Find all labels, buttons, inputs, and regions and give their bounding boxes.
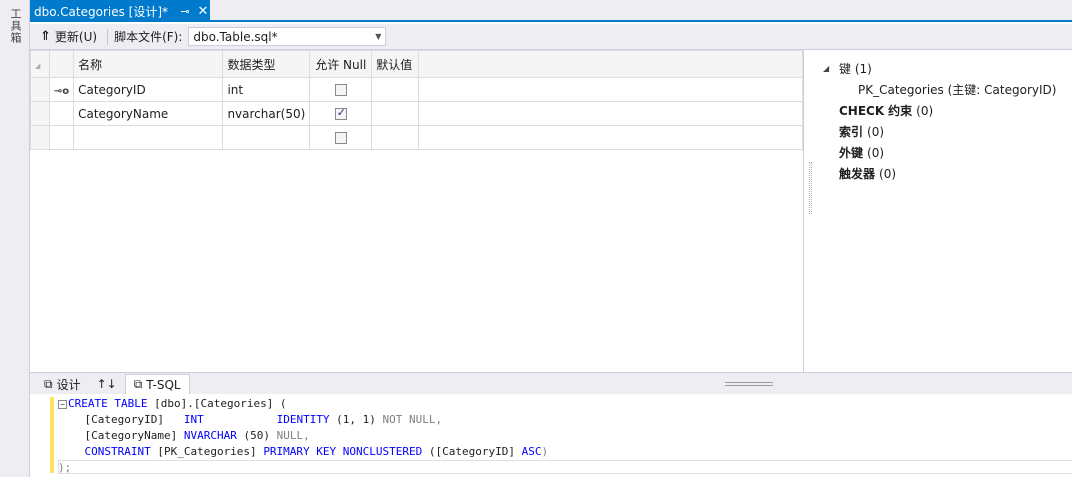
tab-design[interactable]: ⧉ 设计 <box>36 374 89 394</box>
column-name-cell[interactable]: CategoryID <box>73 77 224 102</box>
panel-splitter-grip[interactable] <box>809 162 812 214</box>
script-file-label: 脚本文件(F): <box>114 30 183 44</box>
expanded-triangle-icon[interactable]: ◢ <box>823 64 839 73</box>
header-allow-null[interactable]: 允许 Null <box>309 50 373 78</box>
tsql-icon: ⧉ <box>133 377 143 391</box>
foreign-key-node[interactable]: 外键 (0) <box>823 142 1072 163</box>
view-tab-strip: ⧉ 设计 ↑↓ ⧉ T-SQL <box>30 372 1072 394</box>
pk-detail: (主键: CategoryID) <box>947 83 1057 97</box>
row-filler <box>418 77 803 102</box>
table-row[interactable]: ⊸o CategoryID int <box>30 77 803 102</box>
trigger-node[interactable]: 触发器 (0) <box>823 163 1072 184</box>
update-button[interactable]: ⇑ 更新(U) <box>36 26 101 47</box>
collapse-icon[interactable]: − <box>58 400 67 409</box>
tab-tsql[interactable]: ⧉ T-SQL <box>124 374 190 394</box>
tsql-editor[interactable]: − CREATE TABLE [dbo].[Categories] ( [Cate… <box>30 394 1072 477</box>
close-icon[interactable]: ✕ <box>196 4 210 19</box>
key-cell <box>48 125 75 150</box>
key-cell <box>48 101 75 126</box>
foreign-key-count: (0) <box>867 145 885 160</box>
table-row[interactable] <box>30 125 803 150</box>
key-icon: ⊸o <box>53 85 70 97</box>
pane-splitter-grip[interactable] <box>725 382 773 386</box>
toolbox-strip[interactable]: 工具箱 <box>0 0 30 477</box>
foreign-key-label: 外键 <box>839 146 864 160</box>
check-count: (0) <box>916 103 934 118</box>
allow-null-cell <box>309 125 373 150</box>
row-filler <box>418 125 803 150</box>
code-line: [CategoryName] NVARCHAR (50) NULL, <box>58 429 310 442</box>
check-node[interactable]: CHECK 约束 (0) <box>823 100 1072 121</box>
update-arrow-icon: ⇑ <box>40 29 51 44</box>
primary-key-cell: ⊸o <box>48 77 75 102</box>
column-datatype-cell[interactable]: int <box>222 77 311 102</box>
column-datatype-cell[interactable] <box>222 125 311 150</box>
row-filler <box>418 101 803 126</box>
corner-triangle-icon: ◢ <box>35 62 41 70</box>
grid-corner[interactable]: ◢ <box>30 50 50 78</box>
script-file-value: dbo.Table.sql* <box>193 29 278 44</box>
table-row[interactable]: CategoryName nvarchar(50) <box>30 101 803 126</box>
pin-icon[interactable]: ⊸ <box>178 5 192 18</box>
toolbox-label[interactable]: 工具箱 <box>7 8 23 44</box>
designer-toolbar: ⇑ 更新(U) 脚本文件(F): dbo.Table.sql* ▼ <box>30 24 1072 50</box>
trigger-count: (0) <box>879 166 897 181</box>
pk-node[interactable]: PK_Categories (主键: CategoryID) <box>823 79 1072 100</box>
code-line: [CategoryID] INT IDENTITY (1, 1) NOT NUL… <box>58 413 443 426</box>
header-filler <box>418 50 803 78</box>
tab-design-label: 设计 <box>56 377 81 392</box>
check-suffix: 约束 <box>888 104 913 118</box>
row-selector[interactable] <box>30 77 50 102</box>
code-line: CONSTRAINT [PK_Categories] PRIMARY KEY N… <box>58 445 549 458</box>
default-value-cell[interactable] <box>371 125 420 150</box>
keys-count: (1) <box>854 61 872 76</box>
tab-swap-panes[interactable]: ↑↓ <box>89 374 125 394</box>
index-label: 索引 <box>839 125 864 139</box>
column-design-grid: ◢ 名称 数据类型 允许 Null 默认值 ⊸o CategoryID int … <box>30 50 804 372</box>
row-selector[interactable] <box>30 101 50 126</box>
document-tab-well: dbo.Categories [设计]* ⊸ ✕ <box>30 0 1072 22</box>
table-properties-panel: ◢ 键 (1) PK_Categories (主键: CategoryID) C… <box>805 50 1072 372</box>
index-count: (0) <box>867 124 885 139</box>
script-file-combo[interactable]: dbo.Table.sql* ▼ <box>188 27 387 46</box>
index-node[interactable]: 索引 (0) <box>823 121 1072 142</box>
code-line: ); <box>58 461 72 474</box>
allow-null-checkbox[interactable] <box>334 132 347 144</box>
design-icon: ⧉ <box>44 376 53 391</box>
check-label: CHECK <box>839 103 885 118</box>
code-line: − CREATE TABLE [dbo].[Categories] ( <box>58 396 548 412</box>
code-lines: − CREATE TABLE [dbo].[Categories] ( [Cate… <box>58 396 548 476</box>
allow-null-checkbox[interactable] <box>334 106 347 120</box>
trigger-label: 触发器 <box>839 167 876 181</box>
allow-null-cell <box>309 77 373 102</box>
row-selector[interactable] <box>30 125 50 150</box>
chevron-down-icon[interactable]: ▼ <box>371 32 385 41</box>
header-name[interactable]: 名称 <box>73 50 224 78</box>
grid-header-row: ◢ 名称 数据类型 允许 Null 默认值 <box>30 50 803 78</box>
document-tab[interactable]: dbo.Categories [设计]* ⊸ ✕ <box>30 0 210 22</box>
column-name-cell[interactable]: CategoryName <box>73 101 224 126</box>
allow-null-cell <box>309 101 373 126</box>
column-name-cell[interactable] <box>73 125 224 150</box>
update-button-label: 更新(U) <box>54 30 98 44</box>
pk-name: PK_Categories <box>858 82 944 97</box>
swap-icon: ↑↓ <box>96 377 117 391</box>
toolbar-separator <box>107 28 109 45</box>
header-key-cell <box>48 50 75 78</box>
allow-null-checkbox[interactable] <box>334 84 347 96</box>
tab-tsql-label: T-SQL <box>146 377 181 392</box>
default-value-cell[interactable] <box>371 101 420 126</box>
columns-table: ◢ 名称 数据类型 允许 Null 默认值 ⊸o CategoryID int … <box>30 50 803 150</box>
document-tab-title: dbo.Categories [设计]* <box>34 4 169 19</box>
default-value-cell[interactable] <box>371 77 420 102</box>
header-default[interactable]: 默认值 <box>371 50 420 78</box>
changed-lines-margin <box>50 397 54 473</box>
keys-node[interactable]: ◢ 键 (1) <box>823 58 1072 79</box>
keys-label: 键 <box>839 62 852 76</box>
header-datatype[interactable]: 数据类型 <box>222 50 311 78</box>
column-datatype-cell[interactable]: nvarchar(50) <box>222 101 311 126</box>
